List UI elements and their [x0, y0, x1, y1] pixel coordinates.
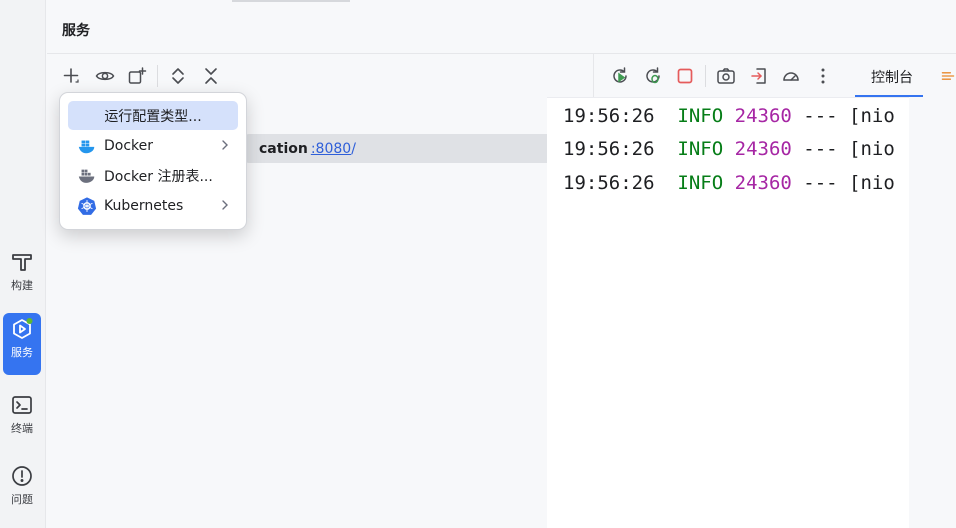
menu-item-label: Docker 注册表...: [104, 168, 213, 185]
chevron-right-icon: [222, 140, 228, 150]
menu-item-kubernetes[interactable]: Kubernetes: [68, 191, 238, 220]
new-group-icon[interactable]: [125, 64, 149, 88]
log-line: 19:56:26 INFO 24360 --- [nio: [563, 105, 895, 127]
menu-item-run-config-type[interactable]: 运行配置类型...: [68, 101, 238, 130]
menu-item-label: Docker: [104, 137, 154, 154]
docker-icon: [76, 135, 98, 157]
log-line: 19:56:26 INFO 24360 --- [nio: [563, 138, 895, 160]
tool-window-strip: 构建 服务 终端 问题: [0, 0, 46, 528]
log-tab-icon[interactable]: [940, 64, 956, 88]
tool-problems-label: 问题: [11, 493, 33, 506]
menu-item-docker[interactable]: Docker: [68, 131, 238, 160]
expand-all-icon[interactable]: [166, 64, 190, 88]
screenshot-icon[interactable]: [714, 64, 738, 88]
more-icon[interactable]: [811, 64, 835, 88]
profiler-icon[interactable]: [779, 64, 803, 88]
add-service-popup: 运行配置类型... Docker Docker 注册表... Kubernete…: [59, 92, 247, 230]
eye-icon[interactable]: [93, 64, 117, 88]
login-icon[interactable]: [747, 64, 771, 88]
add-icon[interactable]: [59, 64, 83, 88]
terminal-icon: [12, 396, 32, 414]
service-app-name: cation: [259, 141, 308, 157]
top-divider: [232, 0, 350, 2]
kubernetes-icon: [76, 195, 98, 217]
collapse-all-icon[interactable]: [199, 64, 223, 88]
tool-problems[interactable]: 问题: [3, 460, 41, 512]
header-divider: [47, 53, 956, 54]
tool-terminal[interactable]: 终端: [3, 389, 41, 441]
menu-item-label: 运行配置类型...: [104, 108, 202, 125]
chevron-right-icon: [222, 200, 228, 210]
restart-debug-icon[interactable]: [641, 64, 665, 88]
rerun-icon[interactable]: [608, 64, 632, 88]
menu-item-docker-registry[interactable]: Docker 注册表...: [68, 161, 238, 190]
log-line: 19:56:26 INFO 24360 --- [nio: [563, 172, 895, 194]
toolbar-separator: [705, 65, 706, 87]
docker-registry-icon: [76, 165, 98, 187]
service-port-link[interactable]: :8080: [311, 141, 351, 157]
tab-console[interactable]: 控制台: [871, 67, 913, 87]
hammer-icon: [12, 254, 32, 271]
tool-services-label: 服务: [11, 346, 33, 359]
console-output[interactable]: 19:56:26 INFO 24360 --- [nio 19:56:26 IN…: [547, 97, 909, 528]
service-port-suffix[interactable]: /: [351, 141, 356, 157]
stop-icon[interactable]: [673, 64, 697, 88]
toolbar-separator: [157, 65, 158, 87]
tool-services[interactable]: 服务: [3, 313, 41, 375]
tool-terminal-label: 终端: [11, 422, 33, 435]
problems-icon: [12, 466, 32, 486]
service-tree-row[interactable]: cation:8080/: [245, 134, 578, 163]
menu-item-label: Kubernetes: [104, 197, 184, 214]
tool-build-label: 构建: [11, 279, 33, 292]
services-icon: [13, 318, 33, 339]
tool-build[interactable]: 构建: [3, 246, 41, 298]
panel-title: 服务: [62, 23, 90, 39]
